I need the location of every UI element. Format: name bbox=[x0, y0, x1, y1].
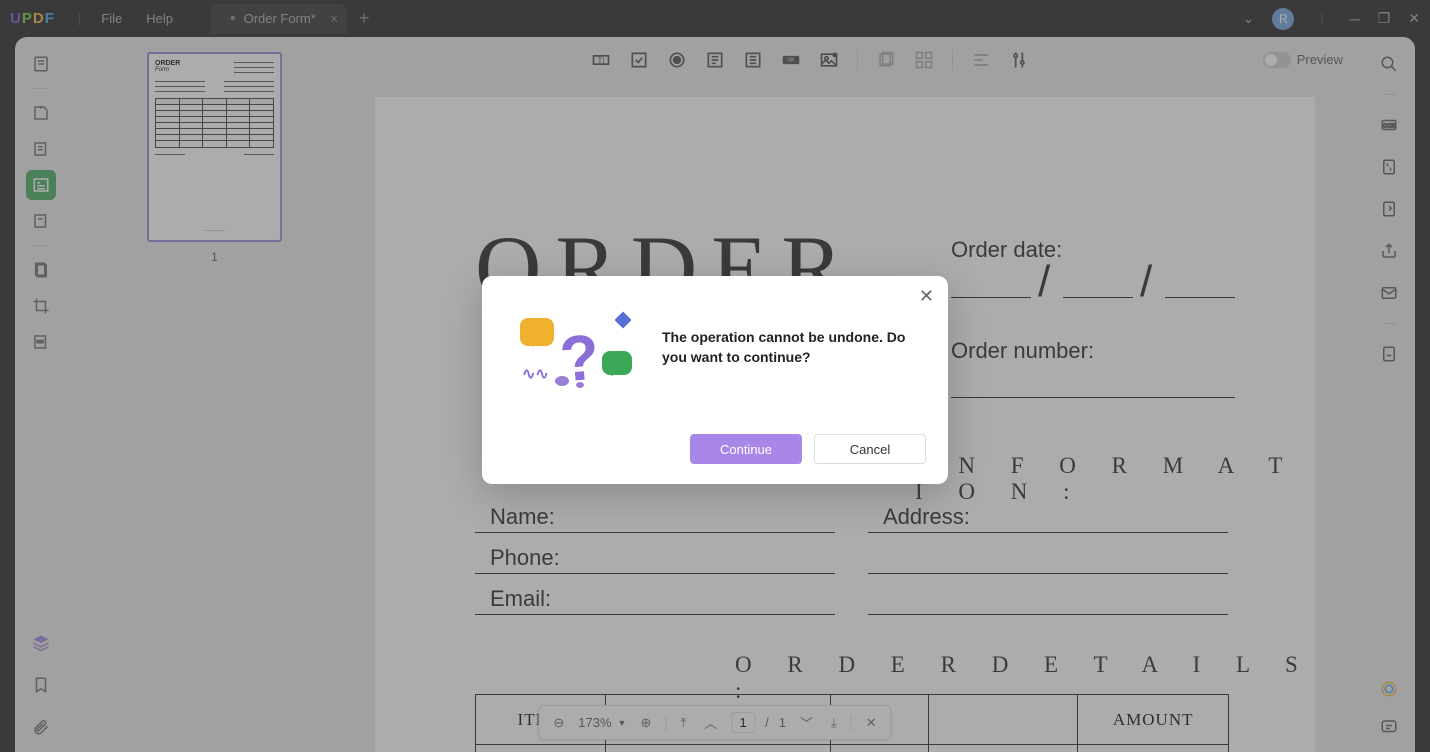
dialog-message: The operation cannot be undone. Do you w… bbox=[662, 306, 918, 367]
confirmation-dialog: ✕ ? ∿∿ The operation cannot be undone. D… bbox=[482, 276, 948, 484]
question-illustration-icon: ? ∿∿ bbox=[512, 306, 642, 396]
cancel-button[interactable]: Cancel bbox=[814, 434, 926, 464]
dialog-close-icon[interactable]: ✕ bbox=[919, 286, 934, 307]
continue-button[interactable]: Continue bbox=[690, 434, 802, 464]
